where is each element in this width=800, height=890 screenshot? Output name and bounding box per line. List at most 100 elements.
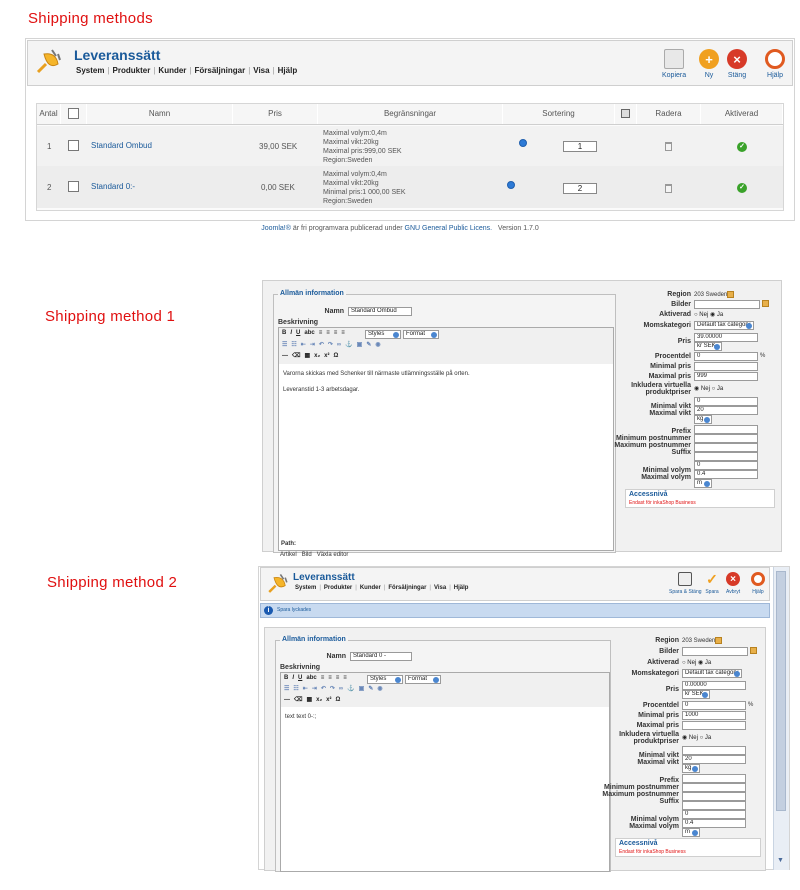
enabled-radio[interactable]: ○ Nej ◉ Ja — [682, 659, 711, 666]
price-input[interactable]: 0.00000 — [682, 681, 746, 690]
percent-input[interactable]: 0 — [694, 352, 758, 361]
suffix-input[interactable] — [682, 801, 746, 810]
max-price-input[interactable]: 999 — [694, 372, 758, 381]
link-icon[interactable]: ∞ — [337, 342, 341, 348]
spara-stang-button[interactable]: Spara & Stäng — [669, 572, 702, 595]
stang-button[interactable]: × Stäng — [727, 49, 747, 79]
move-up-icon[interactable] — [507, 181, 515, 189]
outdent-icon[interactable]: ⇤ — [301, 341, 306, 348]
strike-icon[interactable]: abc — [304, 330, 314, 336]
tax-category-select[interactable]: Default tax category — [694, 321, 754, 330]
trash-icon[interactable] — [665, 184, 672, 193]
images-input[interactable] — [694, 300, 760, 309]
edit-region-icon[interactable] — [715, 637, 722, 644]
max-volume-input[interactable]: 0.4 — [694, 470, 758, 479]
image-folder-icon[interactable] — [750, 647, 757, 654]
menu-produkter[interactable]: Produkter — [113, 66, 151, 75]
include-virtual-radio[interactable]: ◉ Nej ○ Ja — [694, 385, 723, 392]
hr-icon[interactable]: — — [282, 353, 288, 359]
volume-unit-select[interactable]: m — [682, 828, 700, 837]
min-weight-input[interactable]: 0 — [694, 397, 758, 406]
editor-tab-buttons[interactable]: Artikel Bild Växla editor — [280, 551, 348, 559]
align-left-icon[interactable]: ≡ — [319, 330, 323, 336]
justify-icon[interactable]: ≡ — [343, 675, 347, 681]
order-input[interactable]: 1 — [563, 141, 597, 152]
numlist-icon[interactable]: ☷ — [293, 685, 298, 692]
percent-input[interactable]: 0 — [682, 701, 746, 710]
avbryt-button[interactable]: × Avbryt — [726, 572, 740, 595]
redo-icon[interactable]: ↷ — [330, 685, 335, 692]
row-name-link[interactable]: Standard Ombud — [91, 141, 152, 150]
weight-unit-select[interactable]: kg — [682, 764, 700, 773]
name-input[interactable]: Standard Ombud — [348, 307, 412, 316]
ny-button[interactable]: + Ny — [699, 49, 719, 79]
name-input[interactable]: Standard 0 - — [350, 652, 412, 661]
row-checkbox[interactable] — [68, 181, 79, 192]
hjalp-button[interactable]: Hjälp — [751, 572, 765, 595]
hr-icon[interactable]: — — [284, 697, 290, 703]
anchor-icon[interactable]: ⚓ — [347, 685, 354, 692]
menu-system[interactable]: System — [295, 585, 316, 591]
subscript-icon[interactable]: x₂ — [316, 697, 322, 703]
volume-unit-select[interactable]: m — [694, 479, 712, 488]
max-volume-input[interactable]: 0.4 — [682, 819, 746, 828]
vertical-scrollbar[interactable]: ▼ — [773, 567, 789, 870]
charmap-icon[interactable]: Ω — [334, 353, 339, 359]
trash-icon[interactable] — [665, 142, 672, 151]
weight-unit-select[interactable]: kg — [694, 415, 712, 424]
col-sortering[interactable]: Sortering — [503, 104, 615, 124]
styles-select[interactable]: Styles — [365, 330, 401, 339]
min-volume-input[interactable]: 0 — [682, 810, 746, 819]
row-checkbox[interactable] — [68, 140, 79, 151]
underline-icon[interactable]: U — [296, 330, 300, 336]
max-weight-input[interactable]: 20 — [682, 755, 746, 764]
image-icon[interactable]: ▣ — [359, 685, 365, 692]
removeformat-icon[interactable]: ⌫ — [294, 696, 302, 703]
bold-icon[interactable]: B — [282, 330, 286, 336]
enabled-check-icon[interactable]: ✓ — [737, 142, 747, 152]
format-select[interactable]: Format — [405, 675, 441, 684]
select-all-checkbox[interactable] — [68, 108, 79, 119]
description-editor[interactable]: B I Uabc ≡ ≡ ≡ ≡ Styles Format ☰ ☷ ⇤ ⇥ ↶ ↷ ∞ ⚓ ▣ ✎ ◉ — ⌫ ▦… — [280, 672, 610, 872]
subscript-icon[interactable]: x₂ — [314, 353, 320, 359]
min-volume-input[interactable]: 0 — [694, 461, 758, 470]
visualaid-icon[interactable]: ▦ — [306, 696, 312, 703]
spara-button[interactable]: ✓ Spara — [705, 571, 719, 596]
align-right-icon[interactable]: ≡ — [334, 330, 338, 336]
menu-produkter[interactable]: Produkter — [324, 585, 352, 591]
menu-hjalp[interactable]: Hjälp — [454, 585, 469, 591]
bold-icon[interactable]: B — [284, 675, 288, 681]
undo-icon[interactable]: ↶ — [321, 685, 326, 692]
scrollbar-thumb[interactable] — [776, 571, 786, 811]
underline-icon[interactable]: U — [298, 675, 302, 681]
hjalp-button[interactable]: Hjälp — [765, 49, 785, 79]
row-name-link[interactable]: Standard 0:- — [91, 182, 135, 191]
align-center-icon[interactable]: ≡ — [326, 330, 330, 336]
justify-icon[interactable]: ≡ — [341, 330, 345, 336]
undo-icon[interactable]: ↶ — [319, 341, 324, 348]
prefix-input[interactable] — [682, 774, 746, 783]
removeformat-icon[interactable]: ⌫ — [292, 352, 300, 359]
images-input[interactable] — [682, 647, 748, 656]
menu-forsaljningar[interactable]: Försäljningar — [195, 66, 246, 75]
max-postcode-input[interactable] — [682, 792, 746, 801]
min-weight-input[interactable] — [682, 746, 746, 755]
styles-select[interactable]: Styles — [367, 675, 403, 684]
min-postcode-input[interactable] — [694, 434, 758, 443]
menu-visa[interactable]: Visa — [434, 585, 446, 591]
superscript-icon[interactable]: x² — [326, 697, 331, 703]
menu-kunder[interactable]: Kunder — [158, 66, 186, 75]
scroll-down-arrow-icon[interactable]: ▼ — [777, 857, 784, 864]
redo-icon[interactable]: ↷ — [328, 341, 333, 348]
image-icon[interactable]: ▣ — [357, 341, 363, 348]
indent-icon[interactable]: ⇥ — [312, 685, 317, 692]
prefix-input[interactable] — [694, 425, 758, 434]
menu-forsaljningar[interactable]: Försäljningar — [388, 585, 426, 591]
max-price-input[interactable] — [682, 721, 746, 730]
align-right-icon[interactable]: ≡ — [336, 675, 340, 681]
menu-hjalp[interactable]: Hjälp — [278, 66, 298, 75]
description-editor[interactable]: B I Uabc ≡ ≡ ≡ ≡ Styles Format ☰ ☷ ⇤ ⇥ ↶ ↷ ∞ ⚓ ▣ ✎ ◉ — ⌫ ▦… — [278, 327, 614, 551]
align-center-icon[interactable]: ≡ — [328, 675, 332, 681]
link-icon[interactable]: ∞ — [339, 686, 343, 692]
move-down-icon[interactable] — [519, 139, 527, 147]
